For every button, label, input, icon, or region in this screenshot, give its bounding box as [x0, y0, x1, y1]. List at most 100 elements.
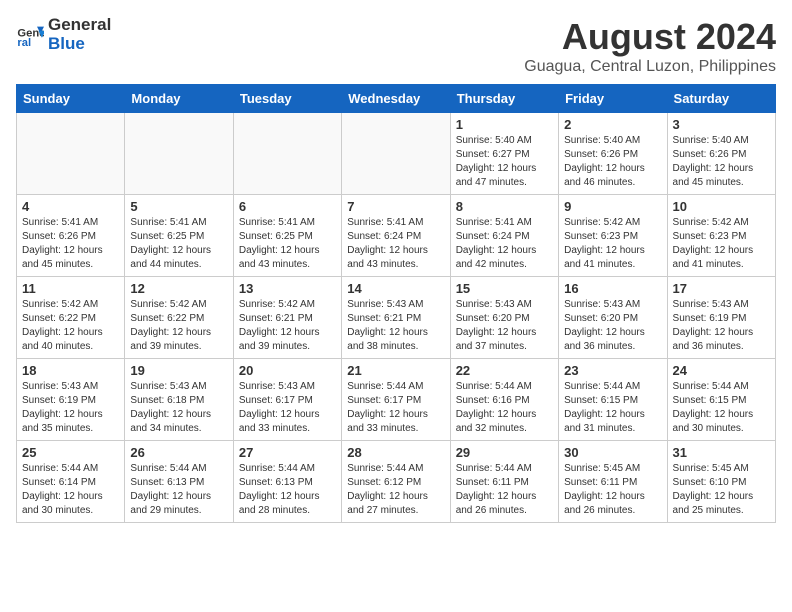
day-number: 11: [22, 281, 119, 296]
col-monday: Monday: [125, 85, 233, 113]
day-info: Sunrise: 5:43 AM Sunset: 6:20 PM Dayligh…: [564, 298, 661, 354]
day-number: 4: [22, 199, 119, 214]
day-info: Sunrise: 5:41 AM Sunset: 6:26 PM Dayligh…: [22, 216, 119, 272]
day-info: Sunrise: 5:43 AM Sunset: 6:18 PM Dayligh…: [130, 380, 227, 436]
day-number: 5: [130, 199, 227, 214]
calendar-cell: [125, 113, 233, 195]
calendar-cell: 17 Sunrise: 5:43 AM Sunset: 6:19 PM Dayli…: [667, 277, 775, 359]
calendar-cell: 18 Sunrise: 5:43 AM Sunset: 6:19 PM Dayli…: [17, 359, 125, 441]
day-info: Sunrise: 5:41 AM Sunset: 6:24 PM Dayligh…: [456, 216, 553, 272]
title-area: August 2024 Guagua, Central Luzon, Phili…: [524, 16, 776, 76]
day-number: 29: [456, 445, 553, 460]
day-number: 13: [239, 281, 336, 296]
calendar-table: Sunday Monday Tuesday Wednesday Thursday…: [16, 84, 776, 523]
col-saturday: Saturday: [667, 85, 775, 113]
day-number: 25: [22, 445, 119, 460]
calendar-cell: [17, 113, 125, 195]
day-info: Sunrise: 5:42 AM Sunset: 6:23 PM Dayligh…: [673, 216, 770, 272]
day-number: 20: [239, 363, 336, 378]
day-number: 2: [564, 117, 661, 132]
day-number: 26: [130, 445, 227, 460]
logo-general-text: General: [48, 16, 111, 35]
day-info: Sunrise: 5:43 AM Sunset: 6:20 PM Dayligh…: [456, 298, 553, 354]
day-number: 16: [564, 281, 661, 296]
day-info: Sunrise: 5:44 AM Sunset: 6:12 PM Dayligh…: [347, 462, 444, 518]
calendar-cell: 13 Sunrise: 5:42 AM Sunset: 6:21 PM Dayli…: [233, 277, 341, 359]
day-number: 19: [130, 363, 227, 378]
calendar-cell: 25 Sunrise: 5:44 AM Sunset: 6:14 PM Dayli…: [17, 441, 125, 523]
calendar-cell: 7Sunrise: 5:41 AM Sunset: 6:24 PM Daylig…: [342, 195, 450, 277]
calendar-cell: 3 Sunrise: 5:40 AM Sunset: 6:26 PM Daylig…: [667, 113, 775, 195]
col-sunday: Sunday: [17, 85, 125, 113]
col-friday: Friday: [559, 85, 667, 113]
calendar-cell: 27 Sunrise: 5:44 AM Sunset: 6:13 PM Dayli…: [233, 441, 341, 523]
day-info: Sunrise: 5:41 AM Sunset: 6:25 PM Dayligh…: [130, 216, 227, 272]
main-title: August 2024: [524, 16, 776, 58]
day-info: Sunrise: 5:40 AM Sunset: 6:26 PM Dayligh…: [564, 134, 661, 190]
day-info: Sunrise: 5:45 AM Sunset: 6:10 PM Dayligh…: [673, 462, 770, 518]
day-info: Sunrise: 5:40 AM Sunset: 6:26 PM Dayligh…: [673, 134, 770, 190]
calendar-cell: 9Sunrise: 5:42 AM Sunset: 6:23 PM Daylig…: [559, 195, 667, 277]
day-number: 30: [564, 445, 661, 460]
subtitle: Guagua, Central Luzon, Philippines: [524, 58, 776, 76]
calendar-cell: [233, 113, 341, 195]
day-number: 1: [456, 117, 553, 132]
calendar-cell: 10 Sunrise: 5:42 AM Sunset: 6:23 PM Dayli…: [667, 195, 775, 277]
day-info: Sunrise: 5:43 AM Sunset: 6:19 PM Dayligh…: [673, 298, 770, 354]
day-number: 6: [239, 199, 336, 214]
calendar-cell: 4 Sunrise: 5:41 AM Sunset: 6:26 PM Daylig…: [17, 195, 125, 277]
day-info: Sunrise: 5:44 AM Sunset: 6:15 PM Dayligh…: [673, 380, 770, 436]
logo-blue-text: Blue: [48, 35, 111, 54]
calendar-cell: 28Sunrise: 5:44 AM Sunset: 6:12 PM Dayli…: [342, 441, 450, 523]
day-info: Sunrise: 5:44 AM Sunset: 6:17 PM Dayligh…: [347, 380, 444, 436]
day-info: Sunrise: 5:43 AM Sunset: 6:21 PM Dayligh…: [347, 298, 444, 354]
calendar-cell: 20Sunrise: 5:43 AM Sunset: 6:17 PM Dayli…: [233, 359, 341, 441]
day-number: 27: [239, 445, 336, 460]
day-number: 3: [673, 117, 770, 132]
day-info: Sunrise: 5:40 AM Sunset: 6:27 PM Dayligh…: [456, 134, 553, 190]
day-number: 14: [347, 281, 444, 296]
day-info: Sunrise: 5:44 AM Sunset: 6:11 PM Dayligh…: [456, 462, 553, 518]
calendar-cell: 8 Sunrise: 5:41 AM Sunset: 6:24 PM Daylig…: [450, 195, 558, 277]
logo-icon: Gene ral: [16, 21, 44, 49]
calendar-cell: 12Sunrise: 5:42 AM Sunset: 6:22 PM Dayli…: [125, 277, 233, 359]
calendar-cell: 23Sunrise: 5:44 AM Sunset: 6:15 PM Dayli…: [559, 359, 667, 441]
day-info: Sunrise: 5:42 AM Sunset: 6:22 PM Dayligh…: [130, 298, 227, 354]
day-info: Sunrise: 5:44 AM Sunset: 6:15 PM Dayligh…: [564, 380, 661, 436]
calendar-cell: 6 Sunrise: 5:41 AM Sunset: 6:25 PM Daylig…: [233, 195, 341, 277]
day-info: Sunrise: 5:42 AM Sunset: 6:22 PM Dayligh…: [22, 298, 119, 354]
calendar-week-3: 11 Sunrise: 5:42 AM Sunset: 6:22 PM Dayli…: [17, 277, 776, 359]
day-info: Sunrise: 5:41 AM Sunset: 6:25 PM Dayligh…: [239, 216, 336, 272]
day-info: Sunrise: 5:44 AM Sunset: 6:13 PM Dayligh…: [239, 462, 336, 518]
day-number: 17: [673, 281, 770, 296]
calendar-cell: 30 Sunrise: 5:45 AM Sunset: 6:11 PM Dayli…: [559, 441, 667, 523]
calendar-cell: 11 Sunrise: 5:42 AM Sunset: 6:22 PM Dayli…: [17, 277, 125, 359]
calendar-cell: 29 Sunrise: 5:44 AM Sunset: 6:11 PM Dayli…: [450, 441, 558, 523]
page-header: Gene ral General Blue August 2024 Guagua…: [16, 16, 776, 76]
col-thursday: Thursday: [450, 85, 558, 113]
day-number: 21: [347, 363, 444, 378]
logo: Gene ral General Blue: [16, 16, 111, 53]
calendar-cell: 21 Sunrise: 5:44 AM Sunset: 6:17 PM Dayli…: [342, 359, 450, 441]
day-info: Sunrise: 5:43 AM Sunset: 6:19 PM Dayligh…: [22, 380, 119, 436]
calendar-cell: 15 Sunrise: 5:43 AM Sunset: 6:20 PM Dayli…: [450, 277, 558, 359]
day-number: 8: [456, 199, 553, 214]
day-number: 15: [456, 281, 553, 296]
day-number: 22: [456, 363, 553, 378]
day-info: Sunrise: 5:45 AM Sunset: 6:11 PM Dayligh…: [564, 462, 661, 518]
col-tuesday: Tuesday: [233, 85, 341, 113]
calendar-cell: 31 Sunrise: 5:45 AM Sunset: 6:10 PM Dayli…: [667, 441, 775, 523]
col-wednesday: Wednesday: [342, 85, 450, 113]
calendar-cell: 24 Sunrise: 5:44 AM Sunset: 6:15 PM Dayli…: [667, 359, 775, 441]
day-number: 24: [673, 363, 770, 378]
day-number: 10: [673, 199, 770, 214]
day-info: Sunrise: 5:42 AM Sunset: 6:21 PM Dayligh…: [239, 298, 336, 354]
day-number: 18: [22, 363, 119, 378]
calendar-cell: 26Sunrise: 5:44 AM Sunset: 6:13 PM Dayli…: [125, 441, 233, 523]
calendar-week-2: 4 Sunrise: 5:41 AM Sunset: 6:26 PM Daylig…: [17, 195, 776, 277]
calendar-cell: 22Sunrise: 5:44 AM Sunset: 6:16 PM Dayli…: [450, 359, 558, 441]
day-number: 31: [673, 445, 770, 460]
calendar-cell: 5 Sunrise: 5:41 AM Sunset: 6:25 PM Daylig…: [125, 195, 233, 277]
calendar-week-5: 25 Sunrise: 5:44 AM Sunset: 6:14 PM Dayli…: [17, 441, 776, 523]
day-info: Sunrise: 5:44 AM Sunset: 6:14 PM Dayligh…: [22, 462, 119, 518]
